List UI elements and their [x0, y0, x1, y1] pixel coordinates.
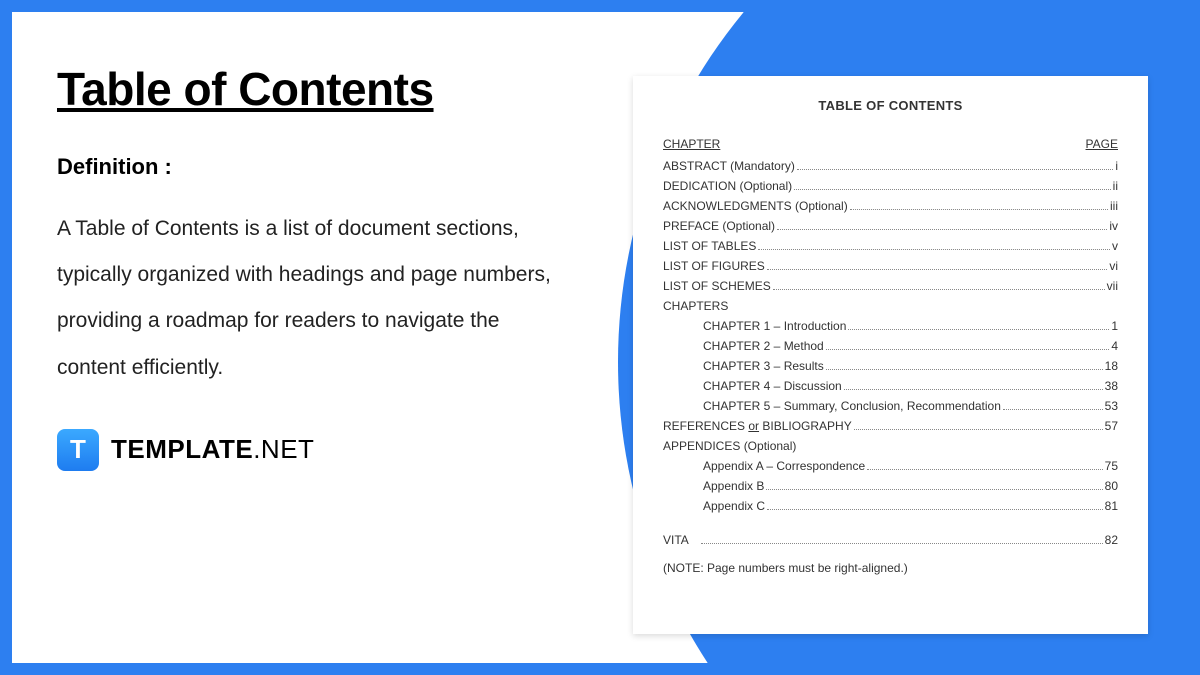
toc-appendices: Appendix A – Correspondence 75 Appendix B 8… — [663, 459, 1118, 513]
brand-t-icon: T — [57, 429, 99, 471]
toc-page: v — [1112, 239, 1118, 253]
dots — [701, 543, 1103, 544]
toc-label: LIST OF TABLES — [663, 239, 756, 253]
vita-row: VITA 82 — [663, 533, 1118, 547]
dots — [848, 329, 1109, 330]
left-column: Table of Contents Definition : A Table o… — [57, 62, 557, 471]
toc-entries: ABSTRACT (Mandatory) i DEDICATION (Optiona… — [663, 159, 1118, 293]
dots — [844, 389, 1103, 390]
toc-row: CHAPTER 5 – Summary, Conclusion, Recomme… — [663, 399, 1118, 413]
chapters-header: CHAPTERS — [663, 299, 1118, 313]
toc-row: ACKNOWLEDGMENTS (Optional) iii — [663, 199, 1118, 213]
dots — [758, 249, 1110, 250]
vita-page: 82 — [1105, 533, 1118, 547]
toc-label: LIST OF FIGURES — [663, 259, 765, 273]
toc-page: ii — [1113, 179, 1118, 193]
toc-page: 18 — [1105, 359, 1118, 373]
brand-name: TEMPLATE — [111, 434, 253, 464]
dots — [826, 349, 1110, 350]
toc-label: LIST OF SCHEMES — [663, 279, 771, 293]
toc-page: i — [1115, 159, 1118, 173]
definition-text: A Table of Contents is a list of documen… — [57, 206, 557, 391]
references-page: 57 — [1105, 419, 1118, 433]
toc-page: 80 — [1105, 479, 1118, 493]
appendices-header: APPENDICES (Optional) — [663, 439, 1118, 453]
toc-page: 75 — [1105, 459, 1118, 473]
toc-label: PREFACE (Optional) — [663, 219, 775, 233]
dots — [767, 509, 1103, 510]
toc-label: ACKNOWLEDGMENTS (Optional) — [663, 199, 848, 213]
toc-row: LIST OF FIGURES vi — [663, 259, 1118, 273]
brand-suffix: .NET — [253, 434, 314, 464]
toc-label: Appendix C — [703, 499, 765, 513]
dots — [767, 269, 1108, 270]
vita-label: VITA — [663, 533, 689, 547]
dots — [826, 369, 1103, 370]
dots — [854, 429, 1103, 430]
toc-page: 81 — [1105, 499, 1118, 513]
references-label: REFERENCES or BIBLIOGRAPHY — [663, 419, 852, 433]
toc-row: CHAPTER 4 – Discussion 38 — [663, 379, 1118, 393]
dots — [850, 209, 1108, 210]
toc-label: CHAPTER 5 – Summary, Conclusion, Recomme… — [703, 399, 1001, 413]
toc-page: iii — [1110, 199, 1118, 213]
toc-row: PREFACE (Optional) iv — [663, 219, 1118, 233]
doc-column-headers: CHAPTER PAGE — [663, 137, 1118, 151]
toc-row: CHAPTER 2 – Method 4 — [663, 339, 1118, 353]
col-chapter: CHAPTER — [663, 137, 720, 151]
dots — [777, 229, 1107, 230]
toc-chapters: CHAPTER 1 – Introduction 1 CHAPTER 2 – Met… — [663, 319, 1118, 413]
toc-page: vii — [1107, 279, 1118, 293]
definition-label: Definition : — [57, 154, 557, 180]
brand-logo: T TEMPLATE.NET — [57, 429, 557, 471]
doc-title: TABLE OF CONTENTS — [663, 98, 1118, 113]
toc-row: Appendix A – Correspondence 75 — [663, 459, 1118, 473]
dots — [794, 189, 1111, 190]
toc-row: CHAPTER 3 – Results 18 — [663, 359, 1118, 373]
toc-row: DEDICATION (Optional) ii — [663, 179, 1118, 193]
dots — [773, 289, 1105, 290]
toc-row: ABSTRACT (Mandatory) i — [663, 159, 1118, 173]
toc-document-preview: TABLE OF CONTENTS CHAPTER PAGE ABSTRACT … — [633, 76, 1148, 634]
toc-row: LIST OF SCHEMES vii — [663, 279, 1118, 293]
toc-page: iv — [1109, 219, 1118, 233]
toc-label: CHAPTER 2 – Method — [703, 339, 824, 353]
toc-label: ABSTRACT (Mandatory) — [663, 159, 795, 173]
dots — [1003, 409, 1103, 410]
content-panel: Table of Contents Definition : A Table o… — [12, 12, 1188, 663]
toc-row: Appendix B 80 — [663, 479, 1118, 493]
toc-label: CHAPTER 3 – Results — [703, 359, 824, 373]
toc-page: 1 — [1111, 319, 1118, 333]
toc-row: LIST OF TABLES v — [663, 239, 1118, 253]
dots — [766, 489, 1102, 490]
col-page: PAGE — [1086, 137, 1118, 151]
toc-label: Appendix B — [703, 479, 764, 493]
references-row: REFERENCES or BIBLIOGRAPHY 57 — [663, 419, 1118, 433]
toc-label: CHAPTER 4 – Discussion — [703, 379, 842, 393]
page-title: Table of Contents — [57, 62, 557, 116]
toc-row: Appendix C 81 — [663, 499, 1118, 513]
toc-page: 4 — [1111, 339, 1118, 353]
toc-page: 53 — [1105, 399, 1118, 413]
toc-label: CHAPTER 1 – Introduction — [703, 319, 846, 333]
toc-row: CHAPTER 1 – Introduction 1 — [663, 319, 1118, 333]
dots — [797, 169, 1114, 170]
toc-label: DEDICATION (Optional) — [663, 179, 792, 193]
toc-page: vi — [1109, 259, 1118, 273]
toc-page: 38 — [1105, 379, 1118, 393]
toc-label: Appendix A – Correspondence — [703, 459, 865, 473]
toc-note: (NOTE: Page numbers must be right-aligne… — [663, 561, 1118, 575]
dots — [867, 469, 1103, 470]
brand-wordmark: TEMPLATE.NET — [111, 434, 314, 465]
